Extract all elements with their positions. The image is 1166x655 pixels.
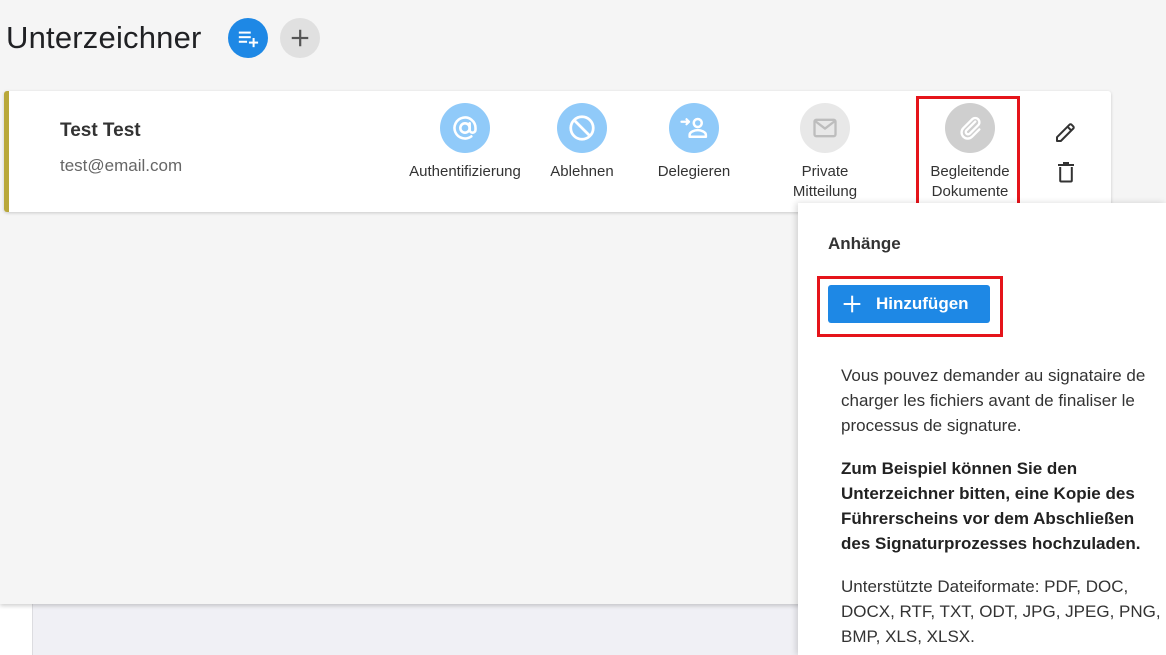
add-list-button[interactable] — [227, 18, 268, 58]
add-signer-button[interactable] — [279, 18, 320, 58]
pencil-icon — [1056, 123, 1075, 142]
supported-formats: Unterstützte Dateiformate: PDF, DOC, DOC… — [841, 577, 1161, 646]
page-title: Unterzeichner — [6, 20, 202, 55]
private-message-label: Private Mitteilung — [760, 162, 890, 202]
attachments-example: Zum Beispiel können Sie den Unterzeichne… — [841, 459, 1141, 553]
attachments-panel: Anhänge Hinzufügen Vous pouvez demander … — [798, 203, 1166, 655]
edit-button[interactable] — [1053, 119, 1079, 145]
block-icon — [569, 115, 595, 141]
attachments-highlight-box — [916, 96, 1020, 212]
signer-email: test@email.com — [60, 156, 183, 175]
delegate-action[interactable]: Delegieren — [629, 103, 759, 182]
trash-icon — [1058, 162, 1074, 183]
delegate-button[interactable] — [669, 103, 719, 153]
attachments-description: Vous pouvez demander au signataire de ch… — [841, 366, 1146, 435]
delegate-label: Delegieren — [657, 163, 731, 180]
private-message-button[interactable] — [800, 103, 850, 153]
delegate-user-icon — [680, 117, 708, 138]
delete-button[interactable] — [1053, 159, 1079, 185]
attachments-panel-title: Anhänge — [828, 234, 901, 253]
playlist-add-icon — [238, 31, 258, 48]
decline-label: Ablehnen — [550, 163, 614, 180]
plus-icon — [291, 29, 308, 47]
decline-button[interactable] — [557, 103, 607, 153]
private-message-label-line2: Mitteilung — [792, 183, 858, 200]
decline-action[interactable]: Ablehnen — [517, 103, 647, 182]
signer-name: Test Test — [60, 120, 141, 141]
authentication-button[interactable] — [440, 103, 490, 153]
add-button-highlight-box — [817, 276, 1003, 337]
private-message-label-line1: Private — [801, 163, 849, 180]
header: Unterzeichner — [6, 18, 320, 58]
mail-icon — [813, 118, 837, 138]
authentication-action[interactable]: Authentifizierung — [400, 103, 530, 182]
private-message-action[interactable]: Private Mitteilung — [760, 103, 890, 202]
at-sign-icon — [453, 116, 477, 140]
authentication-label: Authentifizierung — [409, 163, 521, 180]
